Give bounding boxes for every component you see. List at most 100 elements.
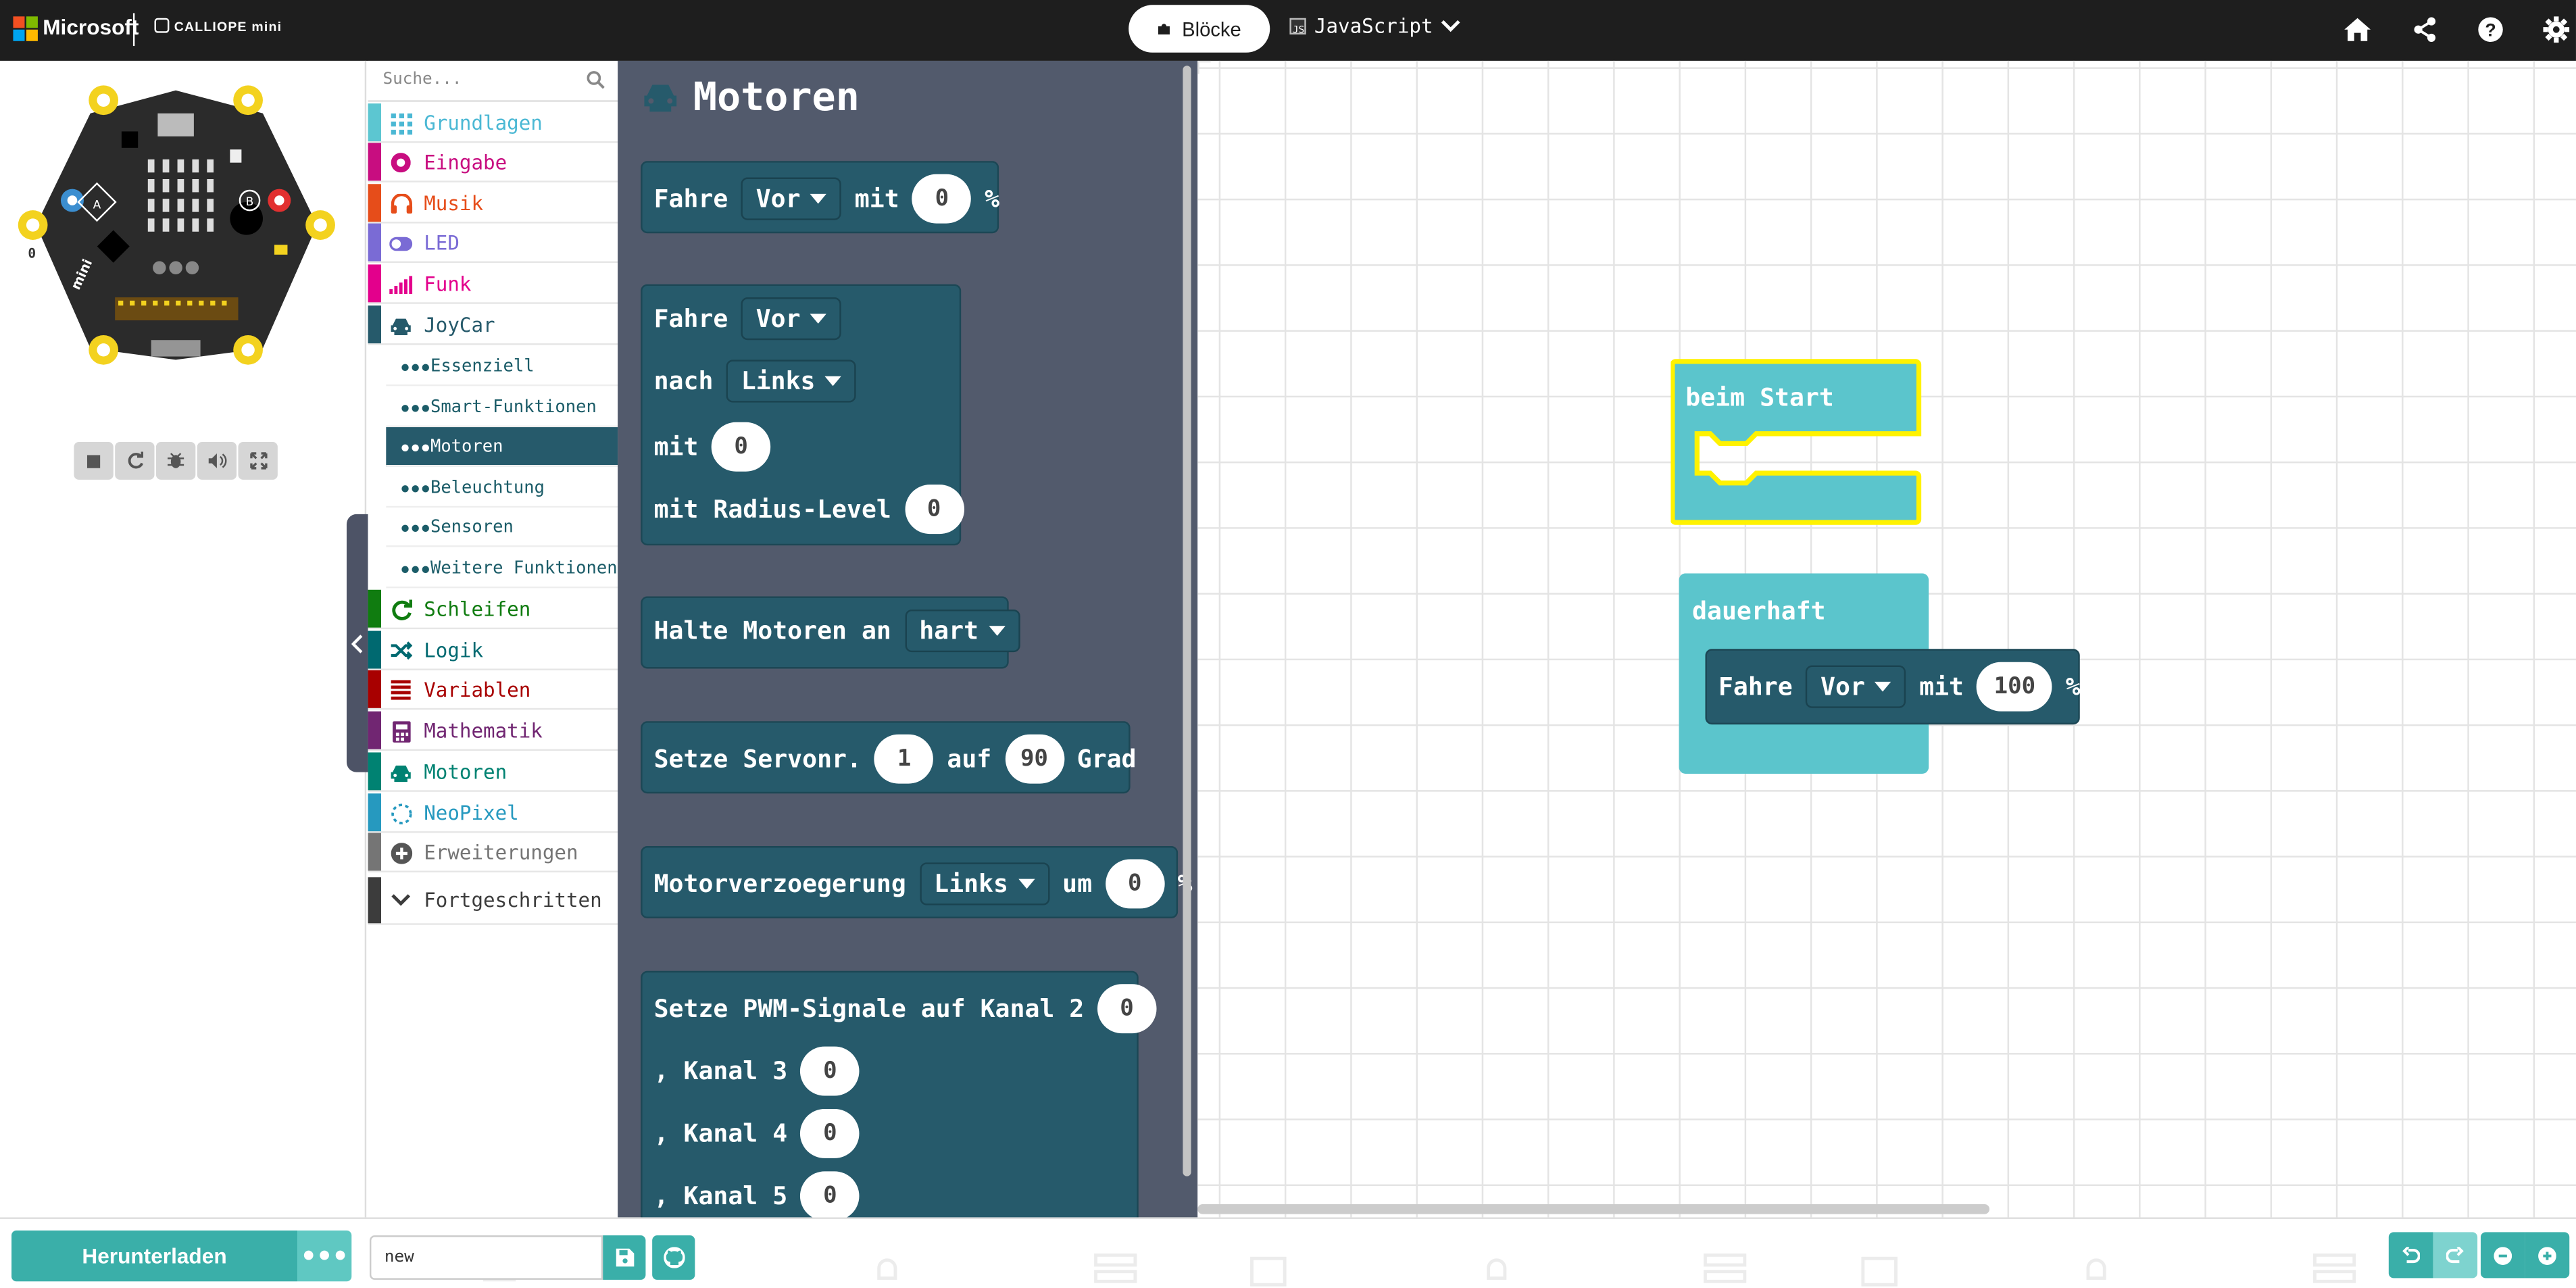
- zoom-out-button[interactable]: [2480, 1232, 2525, 1279]
- help-button[interactable]: ?: [2474, 13, 2507, 46]
- stop-icon: [86, 454, 101, 468]
- category-funk[interactable]: Funk: [368, 264, 618, 304]
- radius-input[interactable]: 0: [904, 485, 964, 535]
- ghost-block-icon: [2312, 1253, 2356, 1283]
- subcategory-sensoren[interactable]: ••• Sensoren: [386, 507, 618, 547]
- delay-input[interactable]: 0: [1105, 859, 1165, 909]
- category-label: Logik: [424, 638, 484, 662]
- servo-number-input[interactable]: 1: [874, 734, 934, 784]
- workspace-horizontal-scrollbar[interactable]: [1197, 1204, 1990, 1214]
- bottom-bar: Herunterladen •••: [0, 1217, 2576, 1288]
- direction-dropdown[interactable]: Vor: [1806, 665, 1906, 708]
- block-halte-motoren[interactable]: Halte Motoren an hart: [641, 596, 1020, 669]
- speed-input[interactable]: 100: [1977, 662, 2053, 712]
- block-motorverzoegerung[interactable]: Motorverzoegerung Links um 0 %: [641, 846, 1192, 918]
- category-mathematik[interactable]: Mathematik: [368, 711, 618, 751]
- stop-mode-dropdown[interactable]: hart: [904, 609, 1020, 653]
- subcategory-motoren[interactable]: ••• Motoren: [386, 427, 618, 467]
- category-musik[interactable]: Musik: [368, 184, 618, 224]
- debug-button[interactable]: [155, 441, 196, 480]
- block-fahre-mit[interactable]: Fahre Vor mit 0 %: [641, 161, 999, 234]
- stop-button[interactable]: [74, 441, 114, 480]
- tab-blocks[interactable]: Blöcke: [1129, 5, 1270, 53]
- block-beim-start[interactable]: beim Start: [1670, 358, 1922, 526]
- fullscreen-button[interactable]: [238, 441, 278, 480]
- on-start-label: beim Start: [1685, 382, 1834, 413]
- undo-button[interactable]: [2388, 1232, 2433, 1279]
- tab-javascript[interactable]: JS JavaScript: [1289, 15, 1461, 38]
- channel-3-input[interactable]: 0: [800, 1046, 860, 1096]
- sound-button[interactable]: [197, 441, 237, 480]
- block-fahre-nach-radius[interactable]: Fahre Vor nach Links mit 0 mit Radius-Le…: [641, 284, 964, 546]
- ghost-chip-icon: [1861, 1256, 1898, 1287]
- channel-2-input[interactable]: 0: [1097, 984, 1157, 1034]
- block-setze-pwm[interactable]: Setze PWM-Signale auf Kanal 2 0 , Kanal …: [641, 970, 1157, 1218]
- category-fortgeschritten[interactable]: Fortgeschritten: [368, 877, 618, 925]
- subcategory-label: Sensoren: [430, 516, 514, 537]
- calliope-board[interactable]: A B mini: [16, 77, 337, 373]
- block-text: mit: [653, 432, 699, 462]
- category-grundlagen[interactable]: Grundlagen: [368, 103, 618, 143]
- flyout-scrollbar[interactable]: [1183, 66, 1191, 1176]
- block-text: Fahre: [653, 184, 728, 214]
- forever-label: dauerhaft: [1692, 596, 1826, 626]
- chevron-down-icon: [1441, 20, 1461, 32]
- search-icon[interactable]: [587, 71, 605, 89]
- redo-button[interactable]: [2433, 1232, 2478, 1279]
- speed-input[interactable]: 0: [912, 174, 972, 224]
- restart-icon: [127, 451, 143, 469]
- category-variablen[interactable]: Variablen: [368, 670, 618, 710]
- zoom-in-button[interactable]: [2525, 1232, 2570, 1279]
- block-setze-servo[interactable]: Setze Servonr. 1 auf 90 Grad: [641, 721, 1136, 794]
- category-schleifen[interactable]: Schleifen: [368, 589, 618, 630]
- angle-input[interactable]: 90: [1004, 734, 1064, 784]
- workspace[interactable]: beim Start dauerhaft Fahre Vor mit 100 %: [1197, 60, 2576, 1218]
- direction-dropdown[interactable]: Vor: [741, 177, 842, 220]
- github-button[interactable]: [652, 1235, 695, 1280]
- category-neopixel[interactable]: NeoPixel: [368, 793, 618, 833]
- product-logo[interactable]: CALLIOPE mini: [154, 18, 282, 34]
- block-text: mit: [854, 184, 899, 214]
- puzzle-icon: [1159, 23, 1171, 34]
- flyout-title-label: Motoren: [693, 74, 860, 120]
- category-label: Motoren: [424, 760, 507, 783]
- settings-button[interactable]: [2540, 13, 2573, 46]
- restart-button[interactable]: [115, 441, 155, 480]
- javascript-icon: JS: [1289, 18, 1306, 36]
- download-button[interactable]: Herunterladen: [11, 1230, 298, 1282]
- category-eingabe[interactable]: Eingabe: [368, 143, 618, 182]
- zoom-out-icon: [2494, 1245, 2512, 1264]
- side-dropdown[interactable]: Links: [919, 862, 1049, 906]
- subcategory-beleuchtung[interactable]: ••• Beleuchtung: [386, 468, 618, 508]
- category-led[interactable]: LED: [368, 223, 618, 263]
- category-motoren[interactable]: Motoren: [368, 752, 618, 792]
- car-icon: [644, 84, 677, 112]
- home-button[interactable]: [2341, 13, 2374, 46]
- category-erweiterungen[interactable]: Erweiterungen: [368, 833, 618, 872]
- subcategory-smart-funktionen[interactable]: ••• Smart-Funktionen: [386, 388, 618, 428]
- side-dropdown[interactable]: Links: [726, 360, 857, 403]
- block-fahre-mit-workspace[interactable]: Fahre Vor mit 100 %: [1705, 649, 2081, 725]
- microsoft-logo-icon: [13, 16, 38, 41]
- channel-5-input[interactable]: 0: [800, 1171, 860, 1218]
- speed-input[interactable]: 0: [711, 422, 771, 472]
- channel-4-input[interactable]: 0: [800, 1108, 860, 1158]
- search-box[interactable]: Suche...: [368, 61, 618, 102]
- direction-dropdown[interactable]: Vor: [741, 297, 842, 341]
- svg-text:A: A: [93, 199, 101, 212]
- save-button[interactable]: [603, 1235, 646, 1280]
- share-icon: [2414, 17, 2436, 42]
- search-input[interactable]: Suche...: [382, 71, 462, 89]
- share-button[interactable]: [2408, 13, 2442, 46]
- block-text: , Kanal 4: [653, 1118, 788, 1149]
- project-name-input[interactable]: [369, 1235, 603, 1280]
- collapse-simulator-handle[interactable]: [346, 514, 368, 772]
- subcategory-essenziell[interactable]: ••• Essenziell: [386, 347, 618, 387]
- redo-icon: [2446, 1247, 2464, 1264]
- download-options-button[interactable]: •••: [297, 1230, 352, 1282]
- category-label: LED: [424, 230, 460, 254]
- category-logik[interactable]: Logik: [368, 630, 618, 670]
- category-joycar[interactable]: JoyCar: [368, 305, 618, 345]
- category-label: Schleifen: [424, 597, 531, 620]
- subcategory-weitere-funktionen[interactable]: ••• Weitere Funktionen: [386, 549, 618, 589]
